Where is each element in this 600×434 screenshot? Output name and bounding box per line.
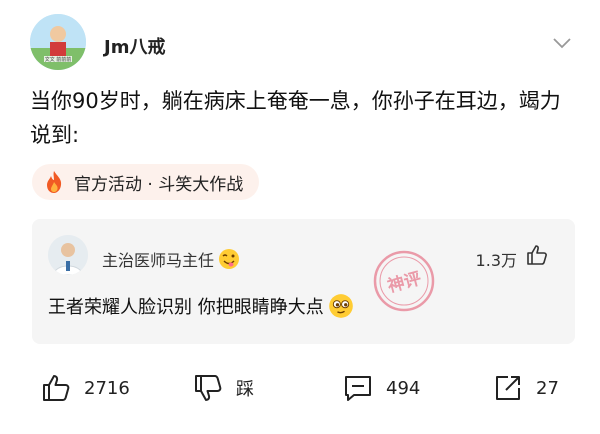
dislike-label: 踩 [236,379,254,400]
stamp-text: 神评 [385,268,423,297]
thumbs-up-icon[interactable] [525,243,549,267]
comment-icon [345,376,371,401]
share-button[interactable]: 27 [492,364,559,412]
action-bar: 2716 踩 494 27 [0,364,600,412]
like-button[interactable]: 2716 [40,364,130,412]
chevron-down-icon[interactable] [552,36,572,50]
like-count: 2716 [84,377,130,399]
author-name[interactable]: Jm八戒 [104,33,165,59]
share-count: 27 [536,377,559,399]
post-text: 当你90岁时，躺在病床上奄奄一息，你孙子在耳边，竭力说到: [30,89,561,147]
thumbs-up-icon [43,375,70,401]
comment-count: 494 [386,377,421,399]
svg-text:文文 前前前: 文文 前前前 [45,56,72,63]
tongue-wink-emoji-icon [219,249,240,269]
comment-like-count: 1.3万 [475,251,517,270]
activity-tag[interactable]: 官方活动 · 斗笑大作战 [32,164,260,200]
activity-tag-label: 官方活动 · 斗笑大作战 [74,174,244,195]
post-header: 文文 前前前 Jm八戒 [30,14,590,76]
commenter-name-text: 主治医师马主任 [102,251,215,270]
smirk-face-emoji-icon [328,294,353,318]
comment-button[interactable]: 494 [342,364,420,412]
share-icon [496,376,520,400]
fire-icon [47,171,62,193]
thumbs-down-icon [195,375,222,401]
featured-comment[interactable]: 主治医师马主任 1.3万 王者荣耀人脸识别 你把眼睛睁大点 神评 [32,219,575,344]
comment-text-body: 王者荣耀人脸识别 你把眼睛睁大点 [48,297,324,318]
commenter-avatar[interactable] [48,235,88,275]
dislike-button[interactable]: 踩 [192,364,254,412]
top-comment-stamp: 神评 [373,250,435,312]
commenter-name[interactable]: 主治医师马主任 [102,247,240,271]
comment-text: 王者荣耀人脸识别 你把眼睛睁大点 [48,293,354,319]
author-avatar[interactable]: 文文 前前前 [30,14,86,70]
